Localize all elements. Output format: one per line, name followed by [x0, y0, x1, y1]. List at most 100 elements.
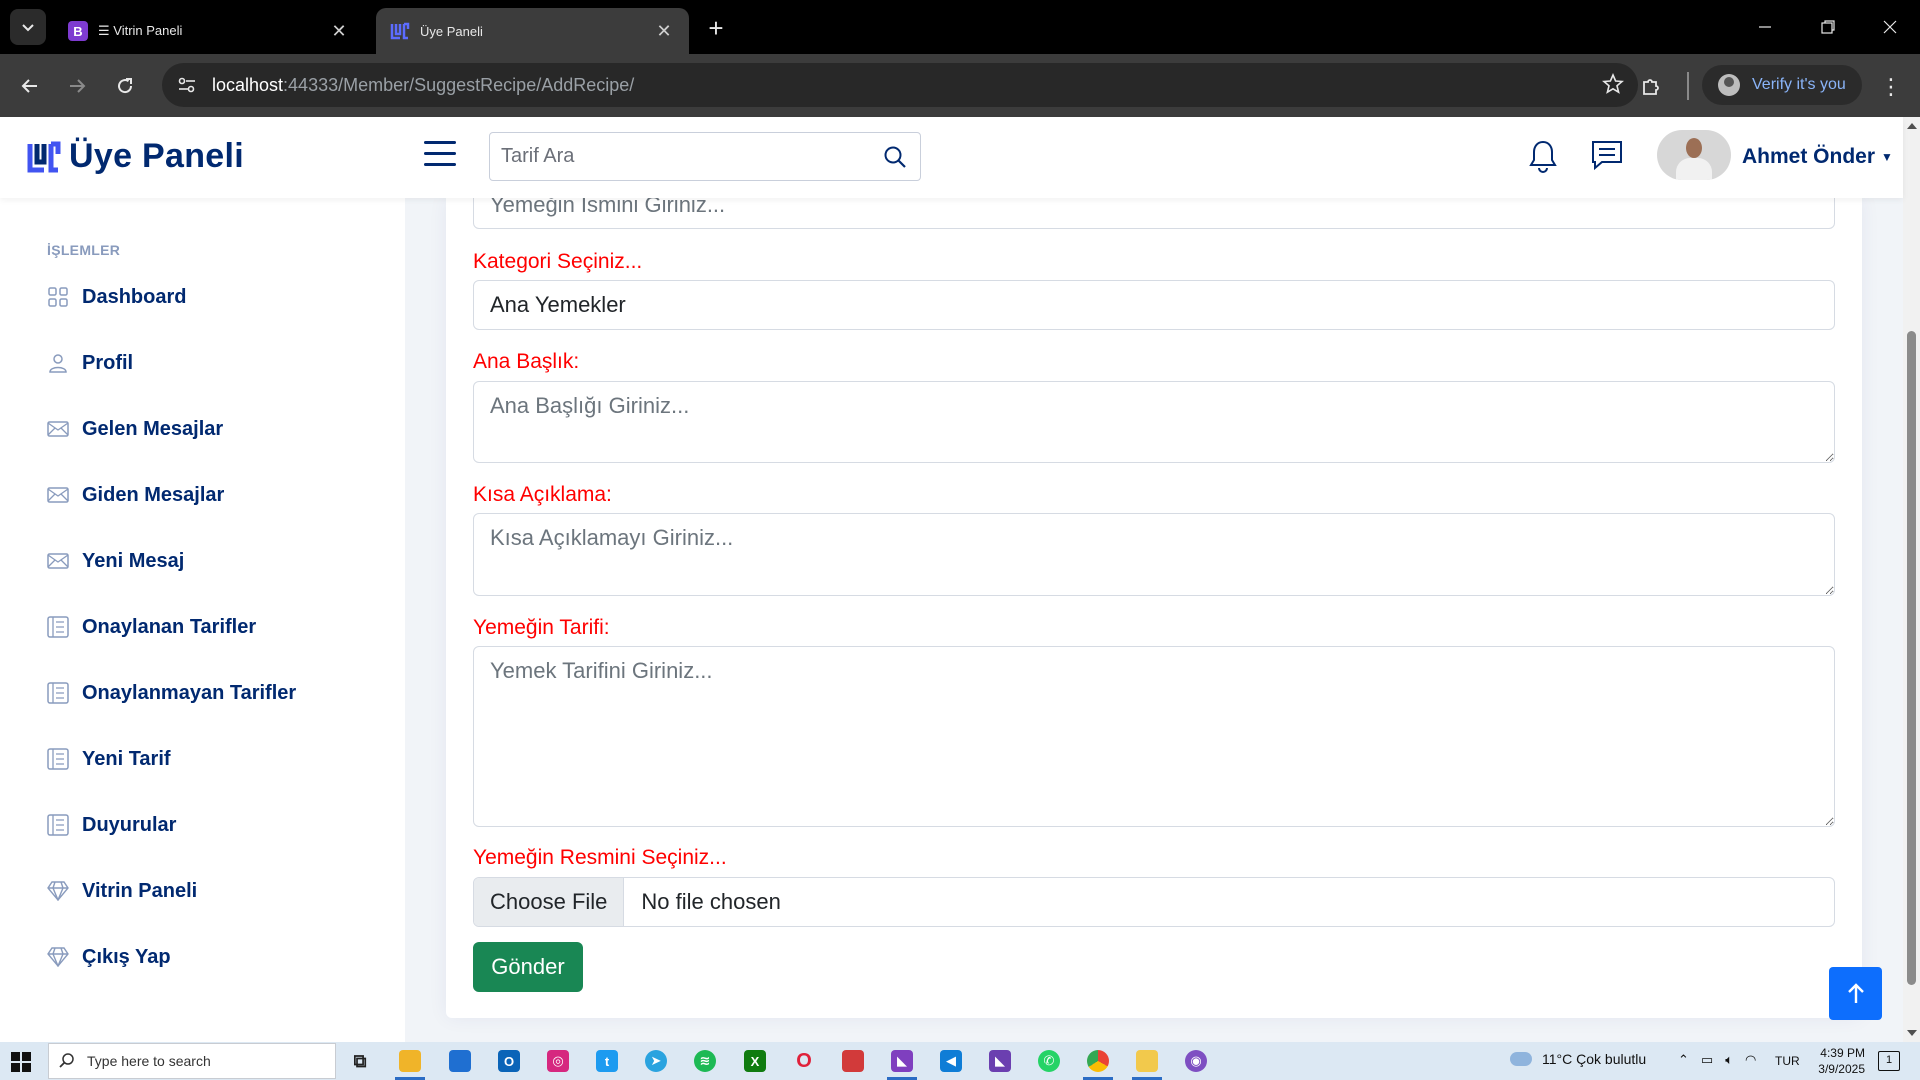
sidebar-item-profil[interactable]: Profil [46, 346, 133, 380]
outlook-icon[interactable]: O [494, 1046, 524, 1076]
system-tray[interactable]: ⌃ ▭ 🔈︎ ◠ [1678, 1052, 1756, 1068]
sidebar-item-cikis-yap[interactable]: Çıkış Yap [46, 940, 171, 974]
profile-verify-button[interactable]: Verify it's you [1702, 65, 1862, 105]
sidebar-item-duyurular[interactable]: Duyurular [46, 808, 176, 842]
vscode-icon[interactable]: ◀ [936, 1046, 966, 1076]
bootstrap-favicon-icon: B [68, 21, 88, 41]
tab-search-button[interactable] [10, 9, 46, 45]
visual-studio-icon[interactable]: ◣ [887, 1046, 917, 1080]
tab-close-icon[interactable]: ✕ [328, 21, 350, 42]
spotify-icon[interactable]: ≋ [690, 1046, 720, 1076]
submit-button[interactable]: Gönder [473, 942, 583, 992]
logo-icon [27, 141, 61, 172]
paint-icon[interactable] [1132, 1046, 1162, 1080]
visual-studio-2-icon[interactable]: ◣ [985, 1046, 1015, 1076]
search-form [489, 132, 921, 181]
windows-start-icon[interactable] [10, 1051, 32, 1073]
bookmark-star-icon[interactable] [1602, 72, 1624, 100]
browser-tabstrip: B ☰ Vitrin Paneli ✕ Üye Paneli ✕ + [0, 0, 1920, 54]
tor-browser-icon[interactable]: ◉ [1181, 1046, 1211, 1076]
logo-favicon-icon [390, 21, 410, 41]
clock-time: 4:39 PM [1820, 1046, 1865, 1060]
back-arrow-icon[interactable] [13, 69, 47, 103]
opera-icon[interactable]: O [789, 1046, 819, 1076]
minimize-icon[interactable] [1745, 12, 1785, 42]
choose-file-button[interactable]: Choose File [474, 878, 625, 926]
search-icon[interactable] [870, 133, 920, 180]
url-path: :44333/Member/SuggestRecipe/AddRecipe/ [283, 74, 635, 95]
battery-icon[interactable]: ▭ [1701, 1052, 1713, 1068]
envelope-icon [46, 549, 70, 573]
sidebar-heading: İŞLEMLER [47, 242, 121, 258]
telegram-icon[interactable]: ➤ [641, 1046, 671, 1076]
task-view-icon[interactable]: ⧉ [345, 1046, 375, 1076]
file-status: No file chosen [641, 889, 781, 914]
clock[interactable]: 4:39 PM 3/9/2025 [1813, 1045, 1865, 1077]
sidebar-item-onaylanan-tarifler[interactable]: Onaylanan Tarifler [46, 610, 256, 644]
sidebar-item-giden-mesajlar[interactable]: Giden Mesajlar [46, 478, 224, 512]
scrollbar-thumb[interactable] [1907, 331, 1916, 985]
taskbar-search[interactable]: Type here to search [48, 1043, 336, 1079]
file-explorer-icon[interactable] [395, 1046, 425, 1080]
gem-icon [46, 879, 70, 903]
forward-arrow-icon[interactable] [60, 69, 94, 103]
search-input[interactable] [490, 133, 870, 180]
recipe-textarea[interactable] [473, 646, 1835, 827]
weather-widget[interactable]: 11°C Çok bulutlu [1510, 1051, 1646, 1067]
category-label: Kategori Seçiniz... [473, 250, 643, 273]
window-close-icon[interactable] [1870, 12, 1910, 42]
user-dropdown[interactable]: Ahmet Önder ▼ [1742, 145, 1893, 169]
sidebar-item-yeni-mesaj[interactable]: Yeni Mesaj [46, 544, 184, 578]
sidebar-item-dashboard[interactable]: Dashboard [46, 280, 186, 314]
sidebar-item-vitrin-paneli[interactable]: Vitrin Paneli [46, 874, 197, 908]
envelope-icon [46, 417, 70, 441]
scroll-up-icon[interactable] [1907, 123, 1917, 129]
site-settings-icon[interactable] [176, 74, 198, 96]
sidebar-item-onaylanmayan-tarifler[interactable]: Onaylanmayan Tarifler [46, 676, 296, 710]
avatar[interactable] [1657, 130, 1731, 180]
xbox-icon[interactable]: X [740, 1046, 770, 1076]
logo[interactable]: Üye Paneli [27, 137, 244, 176]
twitter-icon[interactable]: t [592, 1046, 622, 1076]
summary-textarea[interactable] [473, 513, 1835, 596]
chevron-up-icon[interactable]: ⌃ [1678, 1052, 1689, 1068]
browser-tab-uye-paneli[interactable]: Üye Paneli ✕ [376, 8, 689, 54]
profile-avatar-icon [1718, 74, 1740, 96]
sidebar-item-yeni-tarif[interactable]: Yeni Tarif [46, 742, 171, 776]
extensions-puzzle-icon[interactable] [1634, 70, 1668, 104]
language-indicator[interactable]: TUR [1775, 1054, 1800, 1068]
restore-icon[interactable] [1808, 12, 1848, 42]
notification-center-icon[interactable]: 1 [1878, 1051, 1900, 1071]
store-icon[interactable] [445, 1046, 475, 1076]
category-select[interactable]: Ana Yemekler [473, 280, 1835, 330]
back-to-top-button[interactable] [1829, 967, 1882, 1020]
page-scrollbar[interactable] [1903, 117, 1920, 1042]
envelope-icon [46, 483, 70, 507]
browser-tab-vitrin[interactable]: B ☰ Vitrin Paneli ✕ [54, 8, 364, 54]
whatsapp-icon[interactable]: ✆ [1034, 1046, 1064, 1076]
scroll-down-icon[interactable] [1907, 1030, 1917, 1036]
sidebar: İŞLEMLER Dashboard Profil Gelen Mesajlar… [0, 198, 405, 1042]
sidebar-item-label: Onaylanan Tarifler [82, 615, 257, 638]
title-textarea[interactable] [473, 381, 1835, 463]
sidebar-toggle-icon[interactable] [424, 141, 456, 171]
reload-icon[interactable] [108, 69, 142, 103]
sidebar-item-label: Giden Mesajlar [82, 483, 225, 506]
layout-text-icon [46, 747, 70, 771]
wifi-icon[interactable]: ◠ [1745, 1052, 1756, 1068]
weather-text: 11°C Çok bulutlu [1542, 1051, 1647, 1067]
volume-icon[interactable]: 🔈︎ [1725, 1052, 1733, 1068]
new-tab-button[interactable]: + [700, 12, 732, 44]
instagram-icon[interactable]: ◎ [543, 1046, 573, 1076]
tab-close-icon[interactable]: ✕ [653, 21, 675, 42]
cloud-icon [1510, 1052, 1532, 1066]
browser-menu-icon[interactable]: ⋮ [1876, 72, 1906, 102]
sidebar-item-gelen-mesajlar[interactable]: Gelen Mesajlar [46, 412, 223, 446]
bell-icon[interactable] [1529, 139, 1557, 178]
chat-icon[interactable] [1590, 139, 1624, 176]
image-file-input[interactable]: Choose File No file chosen [473, 877, 1835, 927]
chrome-icon[interactable] [1083, 1046, 1113, 1080]
address-bar[interactable]: localhost:44333/Member/SuggestRecipe/Add… [162, 63, 1638, 107]
toolbox-icon[interactable] [838, 1046, 868, 1076]
url-host: localhost [212, 74, 284, 95]
